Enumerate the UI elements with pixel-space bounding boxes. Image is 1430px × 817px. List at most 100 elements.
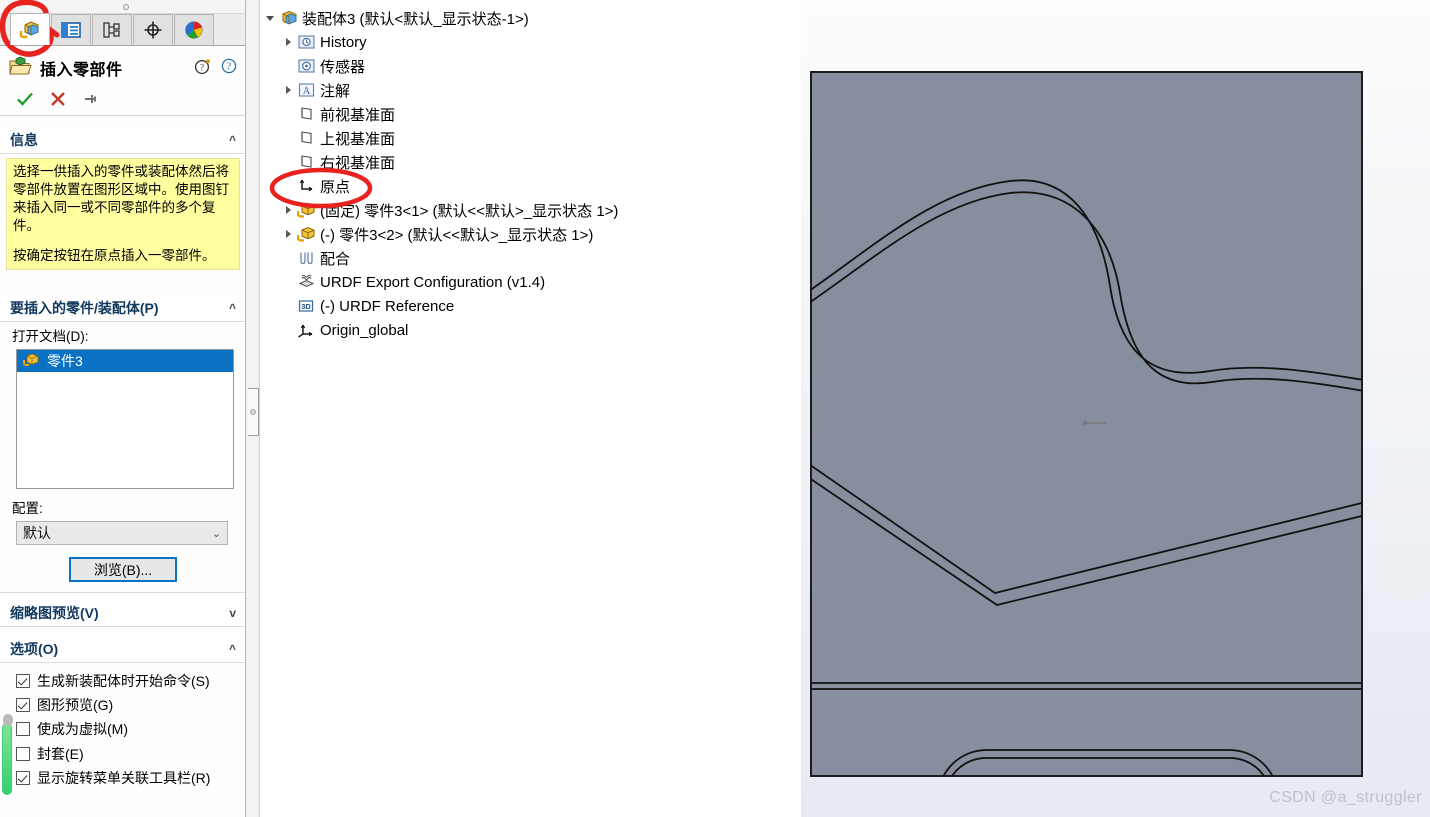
tree-root-label: 装配体3 (默认<默认_显示状态-1>) bbox=[302, 10, 529, 28]
chevron-up-icon[interactable]: ^ bbox=[229, 301, 236, 315]
tree-item-origin[interactable]: 原点 bbox=[261, 174, 801, 198]
property-manager-panel: 插入零部件 ? ? 信息 ^ 选择一供插入的零件或装配体然后将零部件放置在图形区… bbox=[0, 0, 246, 817]
tree-item-right-plane[interactable]: 右视基准面 bbox=[261, 150, 801, 174]
configuration-select[interactable]: 默认 ⌄ bbox=[16, 521, 228, 545]
chevron-down-icon[interactable]: ⌄ bbox=[212, 527, 221, 540]
checkbox-envelope[interactable] bbox=[16, 746, 30, 761]
model-3d-view[interactable] bbox=[810, 71, 1363, 777]
tree-item-sensors[interactable]: 传感器 bbox=[261, 54, 801, 78]
tab-dimxpert-manager[interactable] bbox=[133, 14, 173, 45]
chevron-up-icon[interactable]: ^ bbox=[229, 642, 236, 656]
configuration-icon bbox=[101, 20, 123, 40]
panel-scrollbar-thumb[interactable] bbox=[2, 714, 13, 795]
urdf-icon bbox=[295, 274, 317, 290]
tree-item-urdf-reference[interactable]: 3D (-) URDF Reference bbox=[261, 294, 801, 318]
option-row[interactable]: 生成新装配体时开始命令(S) bbox=[0, 669, 245, 693]
help-tip-icon[interactable]: ? bbox=[194, 57, 212, 80]
configuration-value: 默认 bbox=[23, 525, 51, 541]
option-label: 封套(E) bbox=[37, 745, 84, 762]
feature-manager-tree: 装配体3 (默认<默认_显示状态-1>) History 传感器 A 注解 前视… bbox=[261, 0, 801, 817]
twisty-collapsed-icon[interactable] bbox=[281, 205, 295, 215]
annotation-icon: A bbox=[295, 82, 317, 98]
option-row[interactable]: 使成为虚拟(M) bbox=[0, 717, 245, 741]
insert-section-header[interactable]: 要插入的零件/装配体(P) ^ bbox=[0, 294, 245, 322]
svg-text:?: ? bbox=[227, 61, 232, 72]
3d-sketch-icon: 3D bbox=[295, 298, 317, 314]
tab-property-manager[interactable] bbox=[51, 14, 91, 45]
twisty-expanded-icon[interactable] bbox=[263, 13, 277, 23]
tree-item-mates[interactable]: 配合 bbox=[261, 246, 801, 270]
message-section-header[interactable]: 信息 ^ bbox=[0, 126, 245, 154]
chevron-down-icon[interactable]: v bbox=[229, 606, 236, 620]
browse-button[interactable]: 浏览(B)... bbox=[69, 557, 177, 582]
plane-icon bbox=[295, 130, 317, 146]
message-section-title: 信息 bbox=[10, 131, 38, 148]
insert-component-icon bbox=[8, 55, 32, 82]
pin-button[interactable] bbox=[82, 91, 100, 112]
svg-text:3D: 3D bbox=[301, 302, 311, 311]
splitter-handle[interactable] bbox=[248, 388, 259, 436]
option-row[interactable]: 图形预览(G) bbox=[0, 693, 245, 717]
solidworks-window: 插入零部件 ? ? 信息 ^ 选择一供插入的零件或装配体然后将零部件放置在图形区… bbox=[0, 0, 1430, 817]
tree-item-label: 配合 bbox=[320, 250, 351, 268]
checkbox-show-rotate-context-toolbar[interactable] bbox=[16, 770, 30, 785]
tree-item-history[interactable]: History bbox=[261, 30, 801, 54]
origin-icon bbox=[295, 178, 317, 194]
panel-pin-dot[interactable] bbox=[123, 4, 129, 10]
tree-item-part3-1[interactable]: (固定) 零件3<1> (默认<<默认>_显示状态 1>) bbox=[261, 198, 801, 222]
assembly-icon bbox=[277, 10, 299, 27]
tree-root-row[interactable]: 装配体3 (默认<默认_显示状态-1>) bbox=[261, 6, 801, 30]
tree-item-front-plane[interactable]: 前视基准面 bbox=[261, 102, 801, 126]
configuration-label: 配置: bbox=[12, 501, 43, 516]
mates-icon bbox=[295, 250, 317, 266]
accept-button[interactable] bbox=[16, 91, 34, 112]
tab-display-manager[interactable] bbox=[174, 14, 214, 45]
list-item[interactable]: 零件3 bbox=[17, 350, 233, 372]
graphics-area[interactable]: Y X 90.00度 X bbox=[801, 0, 1430, 817]
tab-feature-manager[interactable] bbox=[10, 13, 50, 45]
checkbox-start-command-on-new-assembly[interactable] bbox=[16, 674, 30, 688]
tab-configuration-manager[interactable] bbox=[92, 14, 132, 45]
twisty-collapsed-icon[interactable] bbox=[281, 85, 295, 95]
svg-text:?: ? bbox=[200, 62, 204, 72]
history-icon bbox=[295, 34, 317, 50]
tree-item-origin-global[interactable]: Origin_global bbox=[261, 318, 801, 342]
page-title: 插入零部件 bbox=[40, 62, 123, 79]
checkbox-make-virtual[interactable] bbox=[16, 722, 30, 737]
chevron-up-icon[interactable]: ^ bbox=[229, 133, 236, 147]
options-section-header[interactable]: 选项(O) ^ bbox=[0, 635, 245, 663]
open-documents-label: 打开文档(D): bbox=[12, 329, 89, 344]
twisty-collapsed-icon[interactable] bbox=[281, 37, 295, 47]
option-label: 图形预览(G) bbox=[37, 697, 114, 714]
tree-item-label: History bbox=[320, 33, 367, 51]
tree-item-label: (-) URDF Reference bbox=[320, 297, 455, 315]
tree-item-part3-2[interactable]: (-) 零件3<2> (默认<<默认>_显示状态 1>) bbox=[261, 222, 801, 246]
divider bbox=[0, 592, 245, 593]
tree-item-label: 上视基准面 bbox=[320, 130, 396, 148]
options-section-title: 选项(O) bbox=[10, 640, 59, 657]
property-manager-action-bar bbox=[0, 88, 245, 116]
tree-item-annotations[interactable]: A 注解 bbox=[261, 78, 801, 102]
help-question-icon[interactable]: ? bbox=[220, 57, 238, 80]
assembly-cube-icon bbox=[19, 19, 41, 39]
twisty-collapsed-icon[interactable] bbox=[281, 229, 295, 239]
panel-splitter[interactable] bbox=[246, 0, 260, 817]
option-row[interactable]: 显示旋转菜单关联工具栏(R) bbox=[0, 766, 245, 790]
message-paragraph-2: 按确定按钮在原点插入一零部件。 bbox=[13, 247, 216, 263]
option-row[interactable]: 封套(E) bbox=[0, 742, 245, 766]
tree-item-label: 右视基准面 bbox=[320, 154, 396, 172]
list-item-label: 零件3 bbox=[47, 353, 83, 369]
property-manager-header: 插入零部件 ? ? bbox=[0, 50, 245, 86]
tree-item-label: 注解 bbox=[320, 82, 351, 100]
tree-item-label: (-) 零件3<2> (默认<<默认>_显示状态 1>) bbox=[320, 226, 594, 244]
plane-icon bbox=[295, 106, 317, 122]
thumbnail-section-header[interactable]: 缩略图预览(V) v bbox=[0, 599, 245, 627]
tree-item-urdf-export-configuration[interactable]: URDF Export Configuration (v1.4) bbox=[261, 270, 801, 294]
tree-item-label: 原点 bbox=[320, 178, 351, 196]
tree-item-top-plane[interactable]: 上视基准面 bbox=[261, 126, 801, 150]
watermark: CSDN @a_struggler bbox=[1269, 789, 1422, 806]
help-icons-group: ? ? bbox=[194, 57, 238, 80]
open-documents-listbox[interactable]: 零件3 bbox=[16, 349, 234, 489]
cancel-button[interactable] bbox=[50, 91, 66, 112]
checkbox-graphics-preview[interactable] bbox=[16, 698, 30, 713]
